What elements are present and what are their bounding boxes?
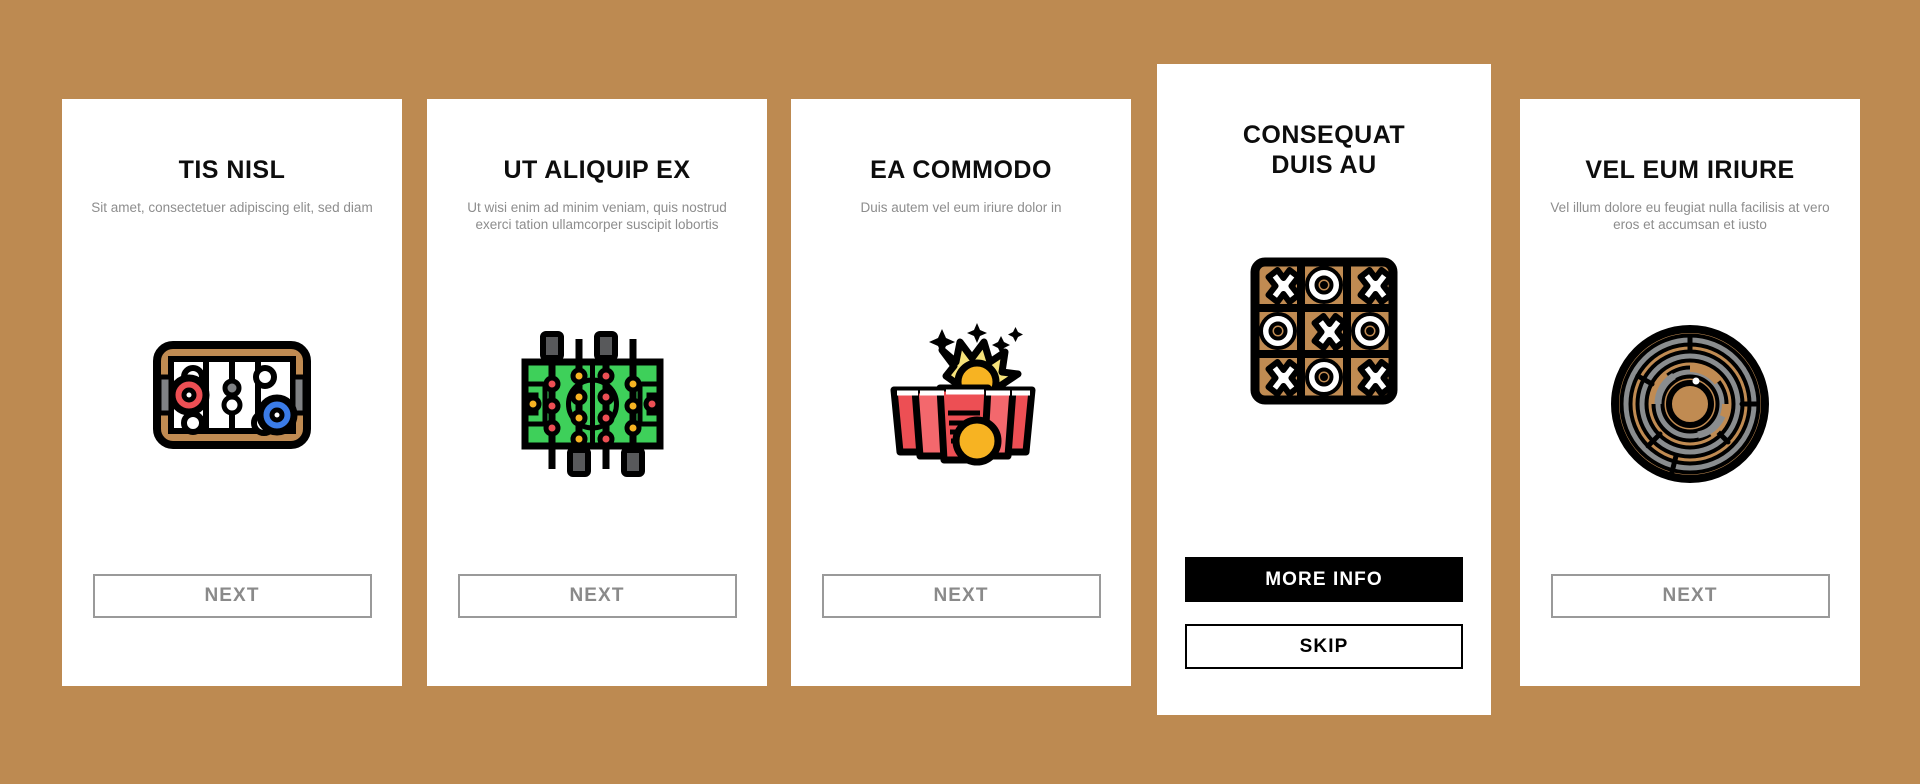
onboarding-card-4-featured: CONSEQUAT DUIS AU MORE INFO SKIP	[1157, 64, 1491, 715]
onboarding-card-2: UT ALIQUIP EX Ut wisi enim ad minim veni…	[427, 99, 767, 686]
next-button[interactable]: NEXT	[1550, 574, 1830, 618]
card-title: UT ALIQUIP EX	[503, 156, 691, 184]
card-subtitle: Sit amet, consectetuer adipiscing elit, …	[91, 199, 373, 215]
circular-maze-icon	[1611, 325, 1769, 484]
onboarding-card-3: EA COMMODO Duis autem vel eum iriure dol…	[791, 99, 1131, 686]
tic-tac-toe-board-icon	[1250, 257, 1398, 405]
onboarding-card-5: VEL EUM IRIURE Vel illum dolore eu feugi…	[1520, 99, 1860, 686]
skip-button[interactable]: SKIP	[1185, 624, 1463, 669]
card-illustration	[1157, 236, 1491, 426]
card-illustration	[1520, 234, 1860, 574]
card-illustration	[62, 216, 402, 574]
next-button[interactable]: NEXT	[821, 574, 1101, 618]
card-subtitle: Duis autem vel eum iriure dolor in	[860, 199, 1062, 215]
air-hockey-table-icon	[153, 341, 311, 450]
card-title: CONSEQUAT DUIS AU	[1242, 121, 1406, 179]
more-info-button[interactable]: MORE INFO	[1185, 557, 1463, 602]
onboarding-card-1: TIS NISL Sit amet, consectetuer adipisci…	[62, 99, 402, 686]
card-subtitle: Ut wisi enim ad minim veniam, quis nostr…	[467, 199, 727, 233]
card-title: TIS NISL	[178, 156, 286, 184]
card-illustration	[791, 216, 1131, 574]
card-title: EA COMMODO	[870, 156, 1052, 184]
card-title: VEL EUM IRIURE	[1585, 156, 1795, 184]
onboarding-screens-container: TIS NISL Sit amet, consectetuer adipisci…	[0, 0, 1920, 784]
card-illustration	[427, 234, 767, 574]
foosball-table-icon	[521, 331, 664, 478]
next-button[interactable]: NEXT	[457, 574, 737, 618]
beer-pong-cups-icon	[890, 323, 1035, 466]
card-subtitle: Vel illum dolore eu feugiat nulla facili…	[1550, 199, 1830, 233]
next-button[interactable]: NEXT	[92, 574, 372, 618]
